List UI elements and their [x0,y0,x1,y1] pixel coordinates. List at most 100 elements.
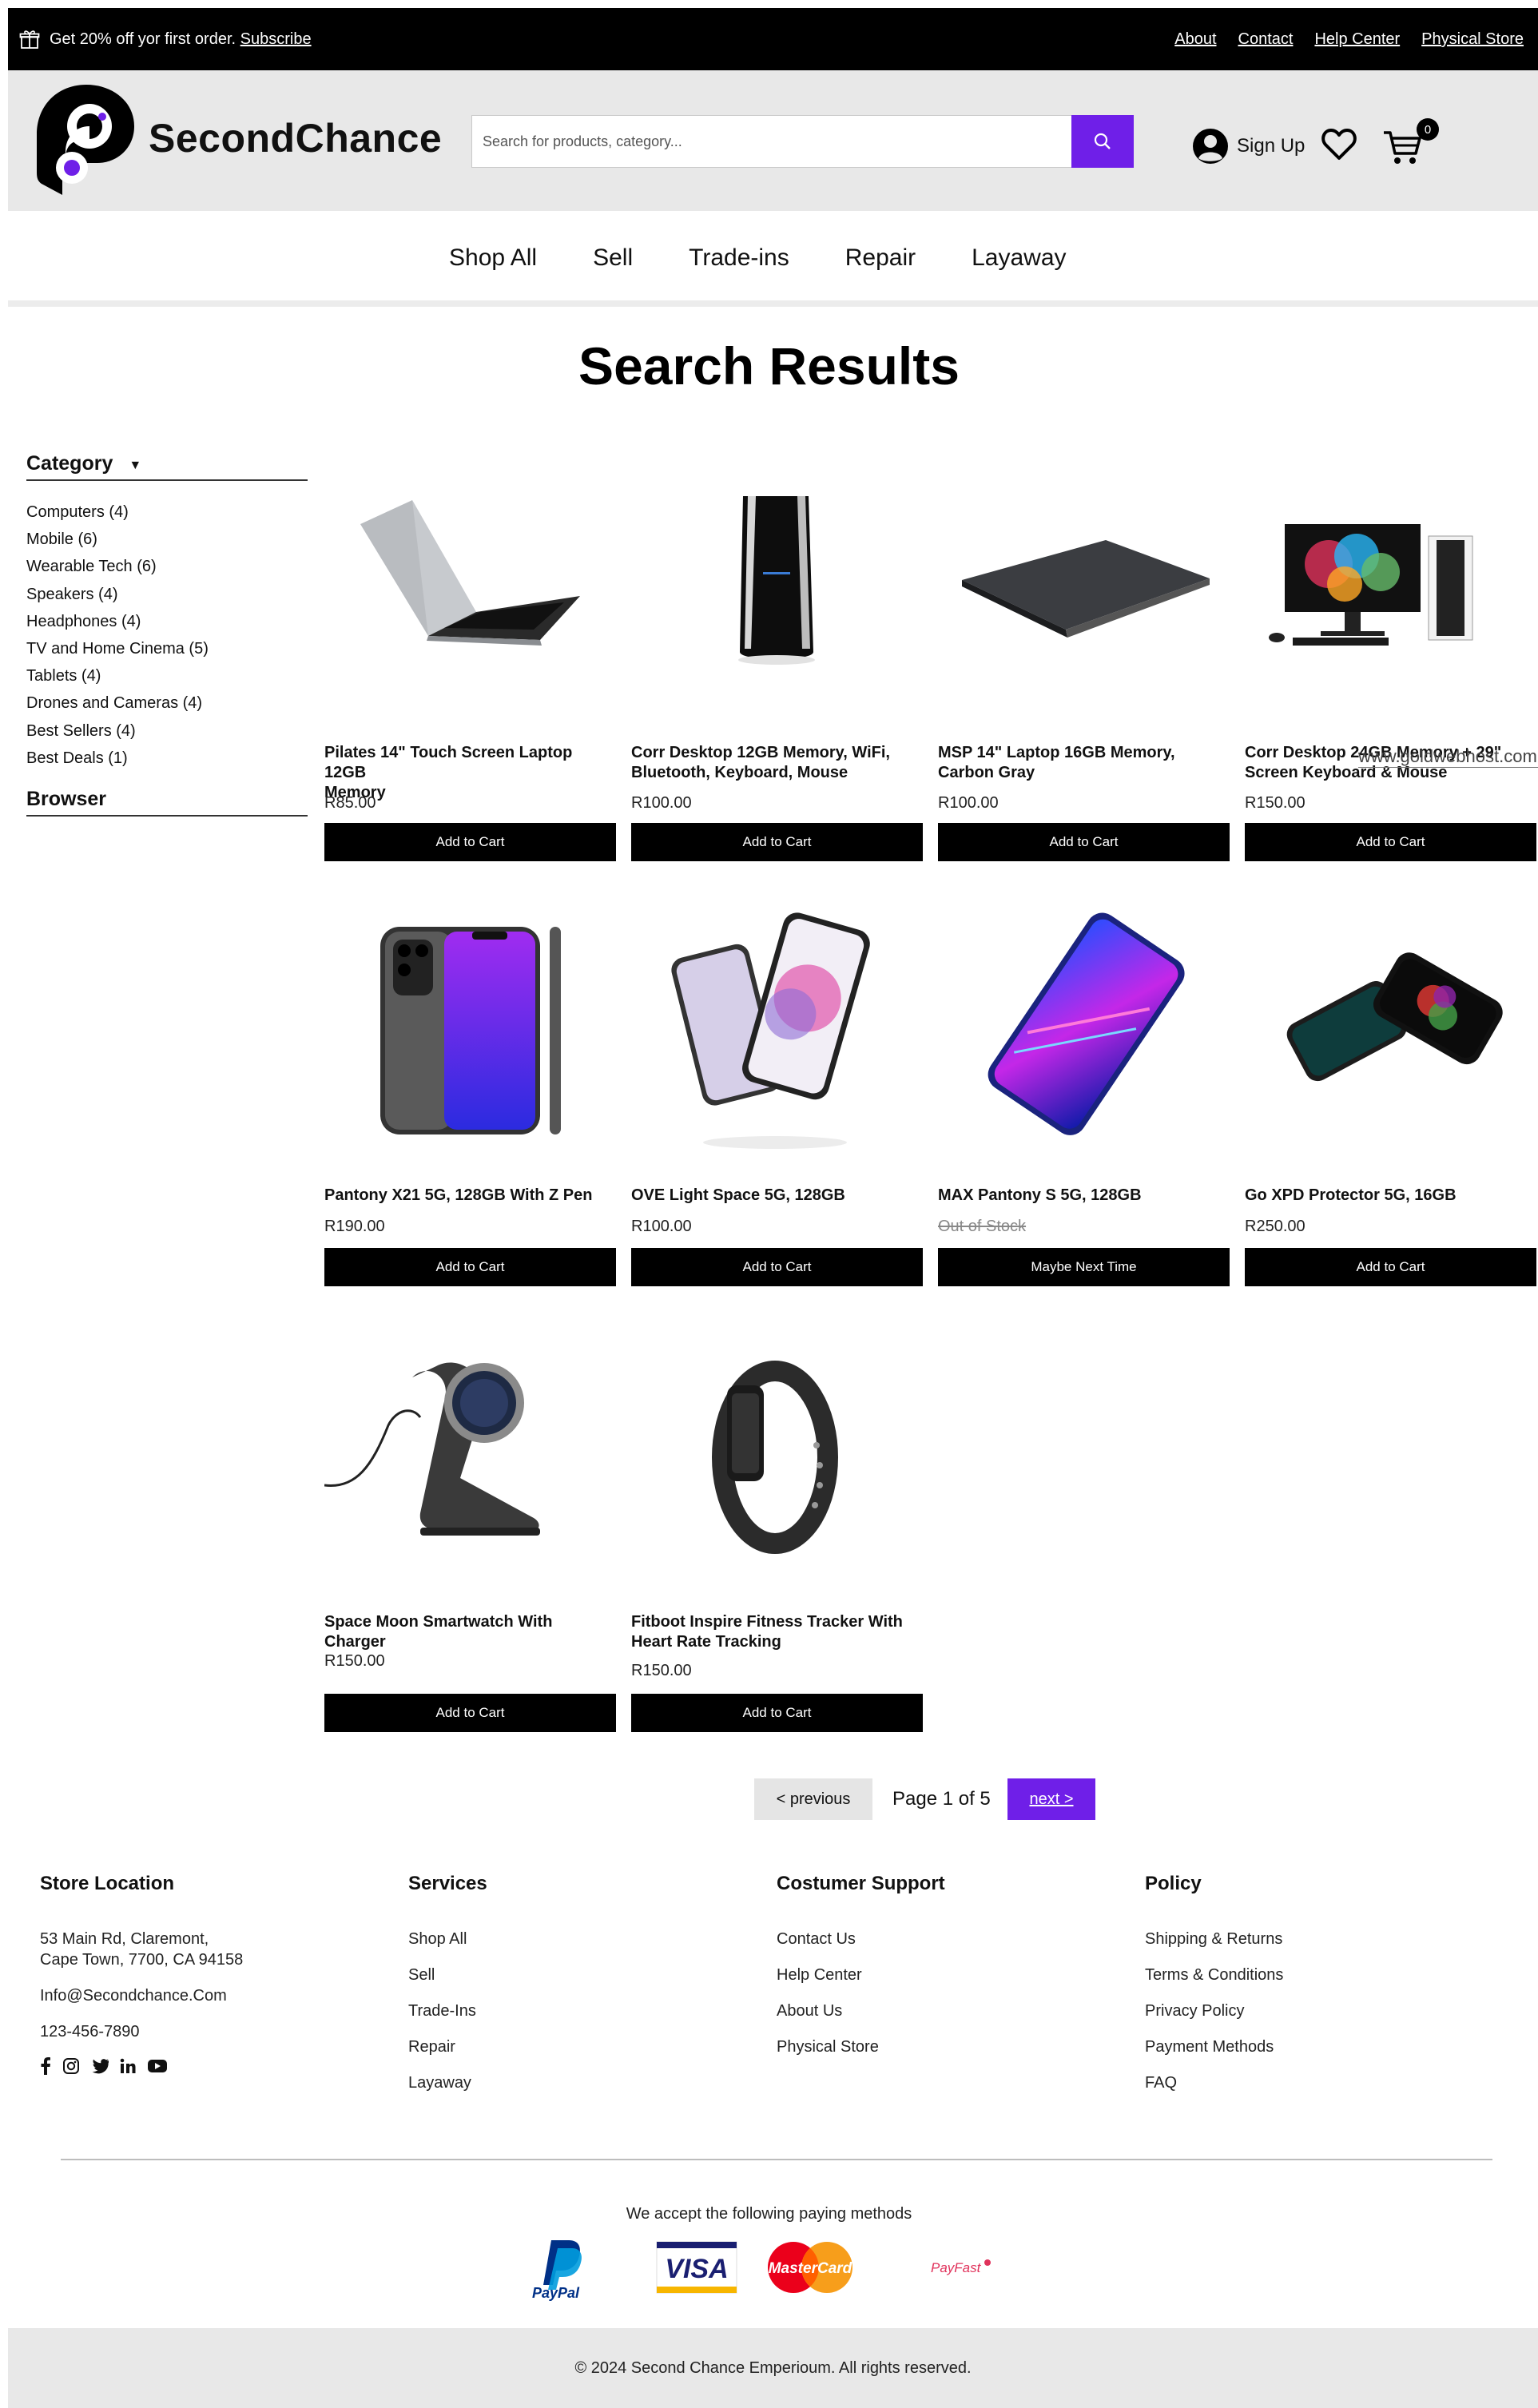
subscribe-link[interactable]: Subscribe [240,30,312,48]
footer-link-contact-us[interactable]: Contact Us [777,1929,1112,1949]
footer-store-location: Store Location 53 Main Rd, Claremont, Ca… [40,1873,376,2075]
category-tablets[interactable]: Tablets (4) [26,662,308,689]
closed-laptop-product-image[interactable] [938,460,1230,716]
footer-link-privacy[interactable]: Privacy Policy [1145,2001,1480,2021]
category-best-deals[interactable]: Best Deals (1) [26,745,308,772]
smartphone-pair-product-image[interactable] [631,903,923,1158]
add-to-cart-button[interactable]: Add to Cart [1245,1248,1536,1286]
desktop-monitor-product-image[interactable] [1245,460,1536,716]
smartphone-product-image[interactable] [324,903,616,1158]
copyright-text: © 2024 Second Chance Emperioum. All righ… [574,2358,972,2377]
previous-page-button[interactable]: < previous [754,1778,872,1820]
footer-divider [61,2159,1492,2160]
youtube-icon[interactable] [147,2058,168,2074]
add-to-cart-button[interactable]: Add to Cart [631,1248,923,1286]
category-drones-cameras[interactable]: Drones and Cameras (4) [26,689,308,717]
product-card: Go XPD Protector 5G, 16GB R250.00 Add to… [1245,903,1536,1288]
fitness-tracker-product-image[interactable] [631,1329,923,1585]
footer-link-shop-all[interactable]: Shop All [408,1929,744,1949]
product-name-line: Corr Desktop 12GB Memory, WiFi, [631,744,890,761]
category-mobile[interactable]: Mobile (6) [26,526,308,553]
instagram-icon[interactable] [62,2057,80,2075]
add-to-cart-button[interactable]: Add to Cart [631,823,923,861]
twitter-icon[interactable] [91,2058,109,2074]
footer-heading: Policy [1145,1873,1202,1894]
product-name[interactable]: MAX Pantony S 5G, 128GB [938,1186,1142,1206]
laptop-product-image[interactable] [324,460,616,716]
category-computers[interactable]: Computers (4) [26,499,308,526]
page-indicator: Page 1 of 5 [892,1788,991,1810]
top-links: About Contact Help Center Physical Store [1174,29,1524,50]
copyright-bar: © 2024 Second Chance Emperioum. All righ… [8,2328,1538,2408]
footer-link-repair[interactable]: Repair [408,2036,744,2057]
category-headphones[interactable]: Headphones (4) [26,608,308,635]
product-name-line: Heart Rate Tracking [631,1633,781,1651]
footer-link-physical-store[interactable]: Physical Store [777,2036,1112,2057]
footer-link-trade-ins[interactable]: Trade-Ins [408,2001,744,2021]
product-name[interactable]: Space Moon Smartwatch With Charger [324,1612,616,1652]
facebook-icon[interactable] [40,2057,51,2075]
footer-link-faq[interactable]: FAQ [1145,2072,1480,2093]
product-name[interactable]: Pantony X21 5G, 128GB With Z Pen [324,1186,592,1206]
smartwatch-charger-product-image[interactable] [324,1329,616,1585]
product-card: Corr Desktop 24GB Memory + 29" Screen Ke… [1245,460,1536,861]
product-card: Corr Desktop 12GB Memory, WiFi, Bluetoot… [631,460,923,861]
footer-policy: Policy Shipping & Returns Terms & Condit… [1145,1873,1480,2108]
brand-name[interactable]: SecondChance [149,115,442,161]
brand-logo[interactable] [34,78,139,198]
help-center-link[interactable]: Help Center [1314,29,1400,50]
payment-logos: PayPal VISA MasterCard PayFast [527,2237,1023,2305]
wishlist-heart-icon[interactable] [1321,126,1357,163]
nav-repair[interactable]: Repair [845,244,916,272]
nav-shop-all[interactable]: Shop All [449,244,537,272]
sign-up-label: Sign Up [1237,135,1306,157]
add-to-cart-button[interactable]: Add to Cart [631,1694,923,1732]
add-to-cart-button[interactable]: Add to Cart [1245,823,1536,861]
desktop-tower-product-image[interactable] [631,460,923,716]
footer-heading: Costumer Support [777,1873,945,1894]
footer-link-about-us[interactable]: About Us [777,2001,1112,2021]
add-to-cart-button[interactable]: Add to Cart [324,823,616,861]
sign-up-button[interactable]: Sign Up [1192,126,1305,166]
product-price: R85.00 [324,794,376,812]
product-name[interactable]: Corr Desktop 12GB Memory, WiFi, Bluetoot… [631,743,890,783]
category-filter-toggle[interactable]: Category ▼ [26,447,308,481]
add-to-cart-button[interactable]: Add to Cart [324,1694,616,1732]
physical-store-link[interactable]: Physical Store [1421,29,1524,50]
category-tv-home-cinema[interactable]: TV and Home Cinema (5) [26,635,308,662]
next-page-button[interactable]: next > [1007,1778,1095,1820]
footer-link-help-center[interactable]: Help Center [777,1965,1112,1985]
search-input[interactable] [472,116,1023,167]
search-button[interactable] [1071,115,1134,168]
category-best-sellers[interactable]: Best Sellers (4) [26,717,308,745]
product-name[interactable]: MSP 14" Laptop 16GB Memory, Carbon Gray [938,743,1175,783]
category-speakers[interactable]: Speakers (4) [26,581,308,608]
footer-link-terms[interactable]: Terms & Conditions [1145,1965,1480,1985]
add-to-cart-button[interactable]: Add to Cart [324,1248,616,1286]
product-name[interactable]: Fitboot Inspire Fitness Tracker With Hea… [631,1612,903,1652]
about-link[interactable]: About [1174,29,1216,50]
footer-link-shipping-returns[interactable]: Shipping & Returns [1145,1929,1480,1949]
smartphone-neon-product-image[interactable] [938,903,1230,1158]
store-email[interactable]: Info@Secondchance.Com [40,1985,376,2006]
product-name[interactable]: OVE Light Space 5G, 128GB [631,1186,845,1206]
footer-link-layaway[interactable]: Layaway [408,2072,744,2093]
contact-link[interactable]: Contact [1238,29,1294,50]
nav-trade-ins[interactable]: Trade-ins [689,244,789,272]
product-name-line: Carbon Gray [938,764,1035,781]
nav-sell[interactable]: Sell [593,244,633,272]
store-phone[interactable]: 123-456-7890 [40,2021,376,2042]
category-wearable-tech[interactable]: Wearable Tech (6) [26,553,308,580]
footer-link-payment-methods[interactable]: Payment Methods [1145,2036,1480,2057]
footer-link-sell[interactable]: Sell [408,1965,744,1985]
nav-layaway[interactable]: Layaway [972,244,1066,272]
smartphones-stack-product-image[interactable] [1245,903,1536,1158]
add-to-cart-button[interactable]: Add to Cart [938,823,1230,861]
linkedin-icon[interactable] [120,2058,136,2074]
maybe-next-time-button[interactable]: Maybe Next Time [938,1248,1230,1286]
product-name[interactable]: Go XPD Protector 5G, 16GB [1245,1186,1457,1206]
product-name-line: Go XPD Protector 5G, 16GB [1245,1186,1457,1204]
address-line: Cape Town, 7700, CA 94158 [40,1951,244,1969]
category-label: Category [26,451,113,475]
browser-filter-toggle[interactable]: Browser [26,783,308,817]
